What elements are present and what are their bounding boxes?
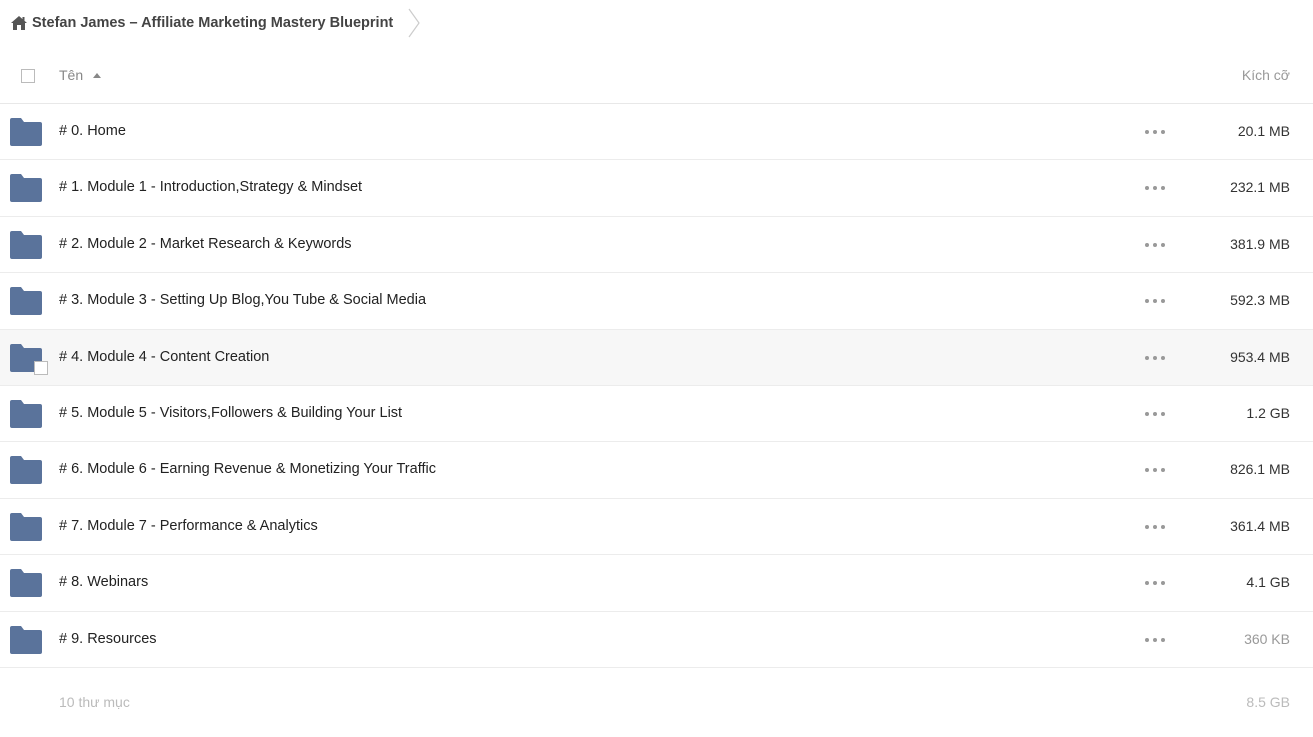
folder-icon [10,399,42,428]
folder-row[interactable]: # 6. Module 6 - Earning Revenue & Moneti… [0,442,1313,499]
file-list: # 0. Home 20.1 MB # 1. Module 1 - Introd… [0,104,1313,668]
folder-name[interactable]: # 1. Module 1 - Introduction,Strategy & … [59,179,362,195]
file-list-header: Tên Kích cỡ [0,51,1313,104]
more-actions-icon[interactable] [1145,632,1165,648]
folder-name[interactable]: # 8. Webinars [59,574,148,590]
folder-row[interactable]: # 7. Module 7 - Performance & Analytics … [0,499,1313,556]
breadcrumb: Stefan James – Affiliate Marketing Maste… [10,0,421,46]
folder-name[interactable]: # 7. Module 7 - Performance & Analytics [59,518,318,534]
folder-icon [10,569,42,598]
more-actions-icon[interactable] [1145,462,1165,478]
folder-size: 592.3 MB [1230,292,1290,309]
folder-size: 232.1 MB [1230,179,1290,196]
folder-size: 381.9 MB [1230,235,1290,252]
folder-row[interactable]: # 9. Resources 360 KB [0,612,1313,668]
folder-row[interactable]: # 5. Module 5 - Visitors,Followers & Bui… [0,386,1313,443]
folder-icon [10,118,42,146]
folder-name[interactable]: # 3. Module 3 - Setting Up Blog,You Tube… [59,292,426,308]
size-column-header[interactable]: Kích cỡ [1242,67,1290,83]
folder-name[interactable]: # 9. Resources [59,631,157,647]
folder-row[interactable]: # 4. Module 4 - Content Creation 953.4 M… [0,329,1313,386]
folder-size: 361.4 MB [1230,517,1290,534]
folder-name[interactable]: # 0. Home [59,123,126,139]
more-actions-icon[interactable] [1145,237,1165,253]
folder-row[interactable]: # 3. Module 3 - Setting Up Blog,You Tube… [0,273,1313,330]
folder-row[interactable]: # 8. Webinars 4.1 GB [0,555,1313,612]
breadcrumb-current-folder[interactable]: Stefan James – Affiliate Marketing Maste… [32,15,393,31]
folder-icon [10,512,42,541]
more-actions-icon[interactable] [1145,293,1165,309]
more-actions-icon[interactable] [1145,124,1165,140]
name-column-header[interactable]: Tên [59,67,102,83]
sort-ascending-icon [93,72,102,78]
row-checkbox[interactable] [34,360,48,375]
folder-name[interactable]: # 2. Module 2 - Market Research & Keywor… [59,236,352,252]
folder-name[interactable]: # 5. Module 5 - Visitors,Followers & Bui… [59,405,402,421]
total-size: 8.5 GB [1246,694,1290,710]
folder-row[interactable]: # 0. Home 20.1 MB [0,104,1313,161]
folder-icon [10,287,42,316]
folder-row[interactable]: # 2. Module 2 - Market Research & Keywor… [0,217,1313,274]
folder-size: 360 KB [1244,630,1290,647]
more-actions-icon[interactable] [1145,519,1165,535]
more-actions-icon[interactable] [1145,406,1165,422]
folder-icon [10,625,42,654]
folder-size: 1.2 GB [1246,404,1290,421]
folder-count: 10 thư mục [59,694,130,710]
folder-size: 826.1 MB [1230,461,1290,478]
folder-size: 4.1 GB [1246,574,1290,591]
folder-icon [10,456,42,485]
folder-size: 20.1 MB [1237,123,1290,139]
file-list-summary: 10 thư mục 8.5 GB [0,680,1313,724]
home-icon[interactable] [10,14,28,32]
more-actions-icon[interactable] [1145,575,1165,591]
folder-size: 953.4 MB [1230,348,1290,365]
breadcrumb-separator-icon [408,8,421,38]
name-column-label: Tên [59,67,84,83]
more-actions-icon[interactable] [1145,350,1165,366]
folder-icon [10,174,42,203]
select-all-checkbox[interactable] [21,69,35,83]
folder-name[interactable]: # 6. Module 6 - Earning Revenue & Moneti… [59,461,436,477]
folder-row[interactable]: # 1. Module 1 - Introduction,Strategy & … [0,160,1313,217]
folder-name[interactable]: # 4. Module 4 - Content Creation [59,349,269,365]
folder-icon [10,230,42,259]
more-actions-icon[interactable] [1145,180,1165,196]
